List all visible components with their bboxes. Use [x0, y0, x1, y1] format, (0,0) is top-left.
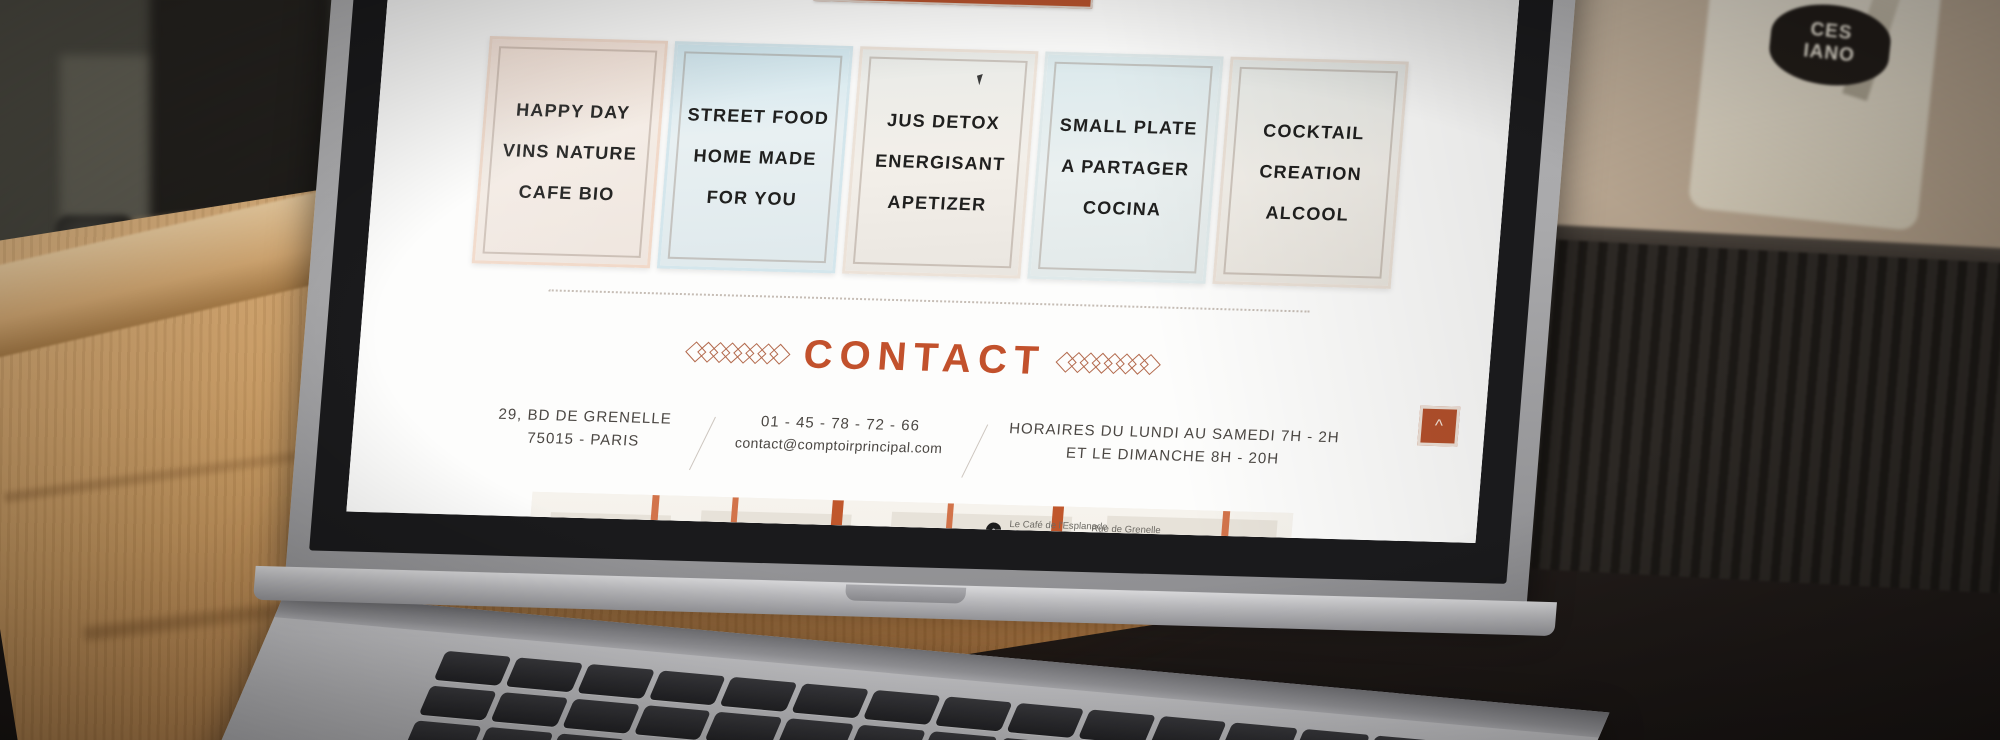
google-map[interactable]: ■ ● ● M Hôtel 7 Eiffel Des Poissons Si G… [514, 491, 1294, 544]
contact-phone-email: 01 - 45 - 78 - 72 - 66 contact@comptoirp… [734, 410, 945, 461]
laptop-lid: ← → ↻ 🔒 Sécurisé https://www.comptoirpri… [285, 0, 1586, 607]
contact-title: CONTACT [801, 332, 1048, 384]
menu-sign-card: STREET FOOD HOME MADE FOR YOU [656, 41, 854, 274]
map-label: Le Café de l'Esplanade [1009, 519, 1108, 533]
menu-sign-inner: SMALL PLATE A PARTAGER COCINA [1038, 61, 1213, 274]
map-poi-cafe[interactable]: ● [985, 522, 1002, 538]
map-label: Hôtel 7 Eiffel [676, 531, 732, 544]
menu-sign-inner: STREET FOOD HOME MADE FOR YOU [667, 51, 843, 264]
photo-scene: CES IANO ← → ↻ [0, 0, 2000, 740]
menu-sign-line: STREET FOOD [686, 103, 830, 128]
menu-sign-line: CREATION [1258, 160, 1363, 184]
menu-sign-inner: JUS DETOX ENERGISANT APETIZER [852, 56, 1028, 269]
section-divider [548, 289, 1310, 313]
map-park [978, 534, 1075, 543]
menu-sign-card: COCKTAIL CREATION ALCOOL [1212, 56, 1409, 289]
menu-signs-gallery: HAPPY DAY VINS NATURE CAFE BIO STREET FOOD H… [367, 0, 1518, 292]
contact-heading: CONTACT [358, 320, 1491, 396]
keyboard-key[interactable] [919, 731, 998, 740]
scroll-to-top-button[interactable]: ^ [1417, 405, 1461, 447]
menu-sign-line: ALCOOL [1264, 201, 1350, 225]
contact-separator [688, 416, 716, 471]
menu-sign-card: SMALL PLATE A PARTAGER COCINA [1027, 51, 1224, 284]
menu-sign-line: VINS NATURE [502, 139, 638, 164]
map-poi-hotel[interactable]: ■ [656, 535, 673, 544]
menu-sign-card: HAPPY DAY VINS NATURE CAFE BIO [471, 35, 669, 269]
screen-bezel: ← → ↻ 🔒 Sécurisé https://www.comptoirpri… [309, 0, 1563, 584]
menu-sign-line: CAFE BIO [517, 181, 616, 204]
contact-separator [961, 424, 989, 478]
bag-logo-line2: IANO [1802, 40, 1856, 67]
keyboard-key[interactable] [546, 733, 625, 740]
menu-sign-line: ENERGISANT [874, 150, 1007, 174]
menu-sign-card: JUS DETOX ENERGISANT APETIZER [842, 46, 1039, 279]
menu-sign-inner: HAPPY DAY VINS NATURE CAFE BIO [482, 46, 658, 258]
contact-details: 29, BD DE GRENELLE 75015 - PARIS 01 - 45… [350, 399, 1484, 494]
menu-sign-line: COCKTAIL [1262, 120, 1366, 143]
email-address[interactable]: contact@comptoirprincipal.com [734, 433, 943, 460]
menu-sign-line: APETIZER [886, 191, 988, 215]
keyboard-key[interactable] [403, 720, 482, 740]
chrome-browser-window: ← → ↻ 🔒 Sécurisé https://www.comptoirpri… [346, 0, 1527, 544]
laptop-lid-notch [844, 584, 967, 604]
diamond-ornament-right [1055, 351, 1161, 376]
address-line-2: 75015 - PARIS [526, 429, 640, 450]
menu-sign-inner: COCKTAIL CREATION ALCOOL [1223, 66, 1399, 279]
contact-address: 29, BD DE GRENELLE 75015 - PARIS [496, 403, 673, 454]
menu-sign-line: SMALL PLATE [1059, 114, 1199, 139]
menu-sign-line: COCINA [1082, 196, 1163, 220]
laptop: ← → ↻ 🔒 Sécurisé https://www.comptoirpri… [252, 0, 1586, 740]
website-content: TÉLÉCHARGER LE MENU HAPPY DAYVINS NATURE… [346, 0, 1522, 544]
menu-sign-line: FOR YOU [705, 186, 798, 209]
chevron-up-icon: ^ [1433, 416, 1444, 436]
menu-sign-line: HOME MADE [692, 145, 818, 169]
menu-sign-line: HAPPY DAY [515, 99, 632, 123]
diamond-ornament-left [685, 341, 791, 365]
keyboard-key[interactable] [475, 726, 554, 740]
laptop-screen: ← → ↻ 🔒 Sécurisé https://www.comptoirpri… [346, 0, 1527, 544]
menu-sign-line: A PARTAGER [1060, 155, 1191, 179]
opening-hours: HORAIRES DU LUNDI AU SAMEDI 7H - 2H ET L… [1006, 417, 1341, 473]
menu-sign-line: JUS DETOX [886, 109, 1001, 133]
